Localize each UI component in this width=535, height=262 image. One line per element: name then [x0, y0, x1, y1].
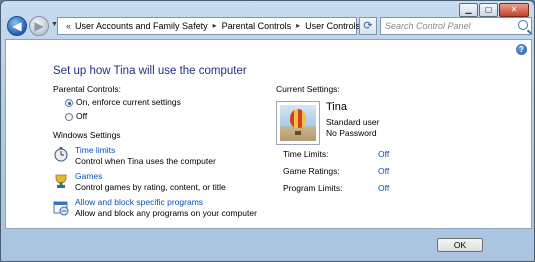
help-icon[interactable]: ? [516, 44, 527, 55]
radio-on-label[interactable]: On, enforce current settings [76, 97, 181, 107]
search-icon[interactable] [518, 20, 528, 30]
account-type: Standard user [326, 117, 380, 127]
page-title: Set up how Tina will use the computer [53, 65, 247, 77]
forward-button[interactable]: ▶ [29, 16, 49, 36]
user-name: Tina [326, 101, 347, 113]
parental-controls-window: ▁ ▢ ✕ ◀ ▶ ▼ « User Accounts and Family S… [0, 0, 535, 262]
hot-air-balloon-picture [280, 105, 316, 141]
search-placeholder: Search Control Panel [385, 21, 471, 31]
breadcrumb-item[interactable]: User Accounts and Family Safety [75, 18, 208, 34]
games-description: Control games by rating, content, or tit… [75, 182, 226, 192]
back-button[interactable]: ◀ [7, 16, 27, 36]
address-bar[interactable]: « User Accounts and Family Safety ▸ Pare… [57, 17, 368, 35]
games-link[interactable]: Games [75, 171, 102, 181]
breadcrumb-item[interactable]: Parental Controls [222, 18, 292, 34]
time-limits-setting-label: Time Limits: [283, 149, 329, 159]
content-pane: ? Set up how Tina will use the computer … [5, 39, 532, 229]
radio-off-label[interactable]: Off [76, 111, 87, 121]
ok-button[interactable]: OK [437, 238, 483, 252]
radio-off[interactable] [65, 113, 73, 121]
stopwatch-icon [54, 147, 68, 162]
parental-controls-label: Parental Controls: [53, 84, 122, 94]
programs-icon [53, 201, 69, 216]
password-status: No Password [326, 128, 377, 138]
time-limits-setting-value[interactable]: Off [378, 149, 389, 159]
breadcrumb-separator-icon[interactable]: ▸ [213, 18, 217, 34]
navigation-bar: ◀ ▶ ▼ « User Accounts and Family Safety … [5, 15, 532, 39]
radio-on[interactable] [65, 99, 73, 107]
allow-block-programs-description: Allow and block any programs on your com… [75, 208, 257, 218]
avatar [276, 101, 320, 145]
breadcrumb-item[interactable]: User Controls [305, 18, 360, 34]
time-limits-description: Control when Tina uses the computer [75, 156, 216, 166]
game-ratings-setting-value[interactable]: Off [378, 166, 389, 176]
breadcrumb-overflow-icon[interactable]: « [66, 18, 71, 34]
search-input[interactable]: Search Control Panel [380, 17, 532, 35]
windows-settings-label: Windows Settings [53, 130, 121, 140]
program-limits-setting-value[interactable]: Off [378, 183, 389, 193]
allow-block-programs-link[interactable]: Allow and block specific programs [75, 197, 203, 207]
refresh-button[interactable]: ⟳ [359, 17, 377, 35]
game-ratings-setting-label: Game Ratings: [283, 166, 340, 176]
breadcrumb-separator-icon[interactable]: ▸ [296, 18, 300, 34]
games-icon [55, 174, 67, 188]
time-limits-link[interactable]: Time limits [75, 145, 115, 155]
program-limits-setting-label: Program Limits: [283, 183, 343, 193]
current-settings-label: Current Settings: [276, 84, 340, 94]
